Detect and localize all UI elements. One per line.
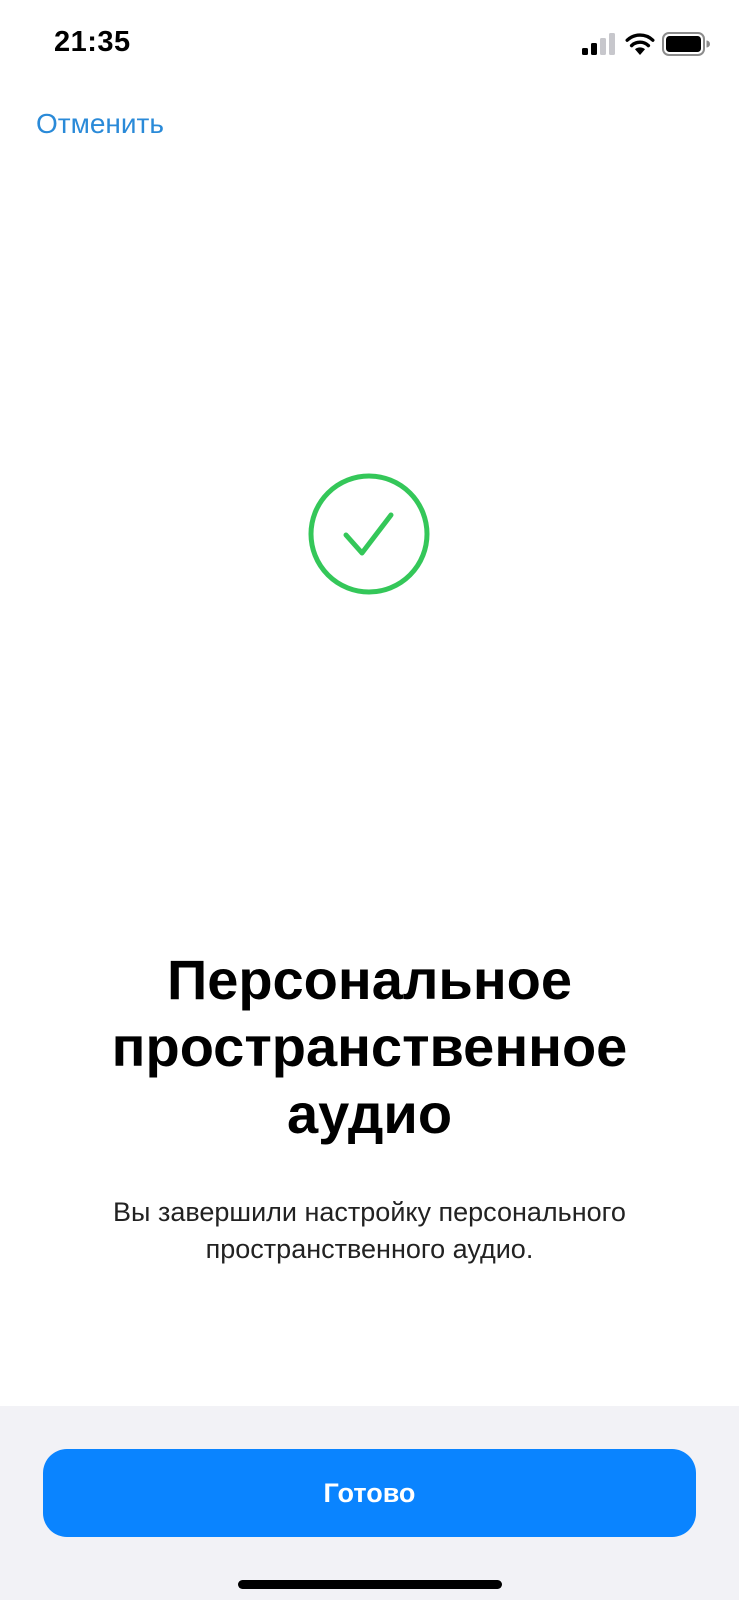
- battery-icon: [662, 32, 710, 56]
- done-button[interactable]: Готово: [43, 1449, 696, 1537]
- wifi-icon: [625, 33, 655, 55]
- done-button-label: Готово: [323, 1477, 416, 1508]
- cellular-signal-icon: [582, 33, 615, 55]
- status-bar: 21:35: [0, 0, 739, 90]
- page-subtitle: Вы завершили настройку персонального про…: [113, 1197, 626, 1264]
- cancel-button[interactable]: Отменить: [36, 108, 164, 140]
- home-indicator[interactable]: [238, 1580, 502, 1589]
- checkmark-circle-icon: [308, 473, 430, 595]
- page-title: Персональное пространственное аудио: [111, 948, 628, 1145]
- status-time: 21:35: [54, 26, 131, 58]
